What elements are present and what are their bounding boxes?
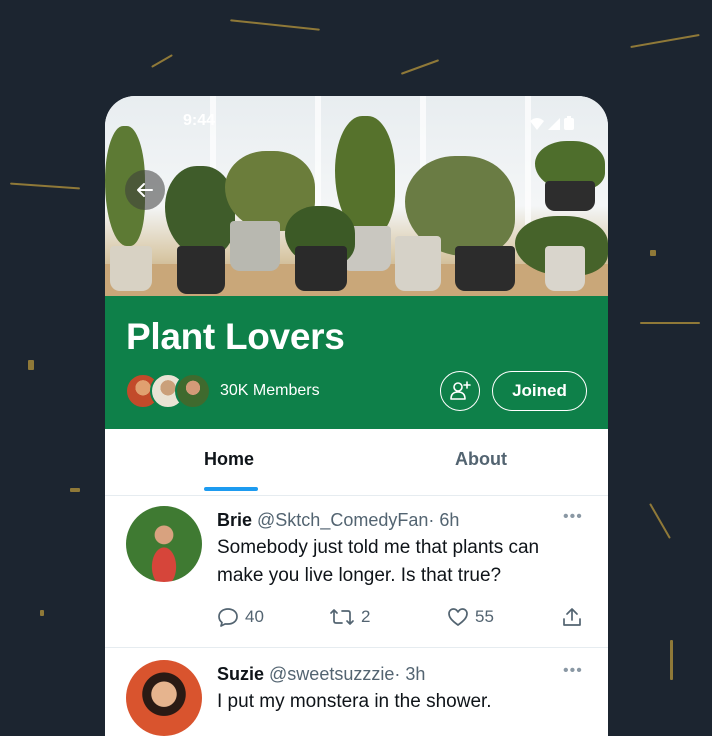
tweet-author-name[interactable]: Brie <box>217 510 252 530</box>
background-speck <box>70 488 80 492</box>
tweet-author-name[interactable]: Suzie <box>217 664 264 684</box>
background-speck <box>151 54 173 68</box>
reply-button[interactable]: 40 <box>217 606 264 628</box>
plant-leaves <box>165 166 235 256</box>
reply-count: 40 <box>245 607 264 626</box>
like-button[interactable]: 55 <box>447 606 494 628</box>
background-speck <box>640 322 700 324</box>
community-tabs: Home About <box>105 429 608 495</box>
community-header-image: 9:44 <box>105 96 608 296</box>
background-speck <box>40 610 44 616</box>
plant-pot <box>395 236 441 291</box>
status-time: 9:44 <box>183 112 216 129</box>
share-icon <box>563 608 581 626</box>
tweet-text: I put my monstera in the shower. <box>217 691 492 712</box>
active-tab-indicator <box>204 487 258 491</box>
background-speck <box>230 19 320 31</box>
battery-icon <box>564 116 574 130</box>
like-count: 55 <box>475 607 494 626</box>
tweet-time: · 3h <box>394 664 426 684</box>
tweet-header: Suzie @sweetsuzzzie· 3h <box>217 664 425 685</box>
tweet-header: Brie @Sktch_ComedyFan· 6h <box>217 510 459 531</box>
background-speck <box>650 250 656 256</box>
member-avatars[interactable] <box>125 373 215 409</box>
background-speck <box>630 33 700 49</box>
phone-screen: 9:44 Plant Lovers 30K Members Joined Hom… <box>105 96 608 736</box>
signal-icon <box>530 118 544 130</box>
joined-button[interactable]: Joined <box>492 371 587 411</box>
avatar[interactable] <box>126 660 202 736</box>
plant-pot <box>110 246 152 291</box>
retweet-button[interactable]: 2 <box>329 606 370 628</box>
avatar <box>175 373 211 409</box>
plant-pot <box>545 246 585 291</box>
status-icons <box>530 116 574 130</box>
community-banner: Plant Lovers 30K Members Joined <box>105 296 608 429</box>
plant-pot <box>455 246 515 291</box>
more-icon[interactable]: ••• <box>563 662 583 680</box>
tweet-author-handle[interactable]: @Sktch_ComedyFan <box>257 510 428 530</box>
plant-pot <box>295 246 347 291</box>
tweet-time: · 6h <box>428 510 460 530</box>
tweet-text: Somebody just told me that plants can ma… <box>217 537 540 586</box>
retweet-count: 2 <box>361 607 371 626</box>
back-arrow-icon <box>137 183 153 197</box>
reply-icon <box>218 608 238 627</box>
add-member-button[interactable] <box>440 371 480 411</box>
plant-pot <box>177 246 225 294</box>
community-title: Plant Lovers <box>126 316 345 357</box>
tweet-author-handle[interactable]: @sweetsuzzzie <box>269 664 394 684</box>
more-icon[interactable]: ••• <box>563 508 583 526</box>
tab-about[interactable]: About <box>455 449 507 470</box>
member-count[interactable]: 30K Members <box>220 382 320 400</box>
share-button[interactable] <box>561 606 583 628</box>
tweet[interactable]: Suzie @sweetsuzzzie· 3h ••• I put my mon… <box>105 648 608 736</box>
avatar[interactable] <box>126 506 202 582</box>
back-button[interactable] <box>125 170 165 210</box>
like-icon <box>448 608 468 626</box>
retweet-icon <box>330 609 354 625</box>
tab-home[interactable]: Home <box>204 449 254 470</box>
background-speck <box>670 640 673 680</box>
background-speck <box>400 59 440 75</box>
tweet-actions: 40 2 55 <box>217 606 587 632</box>
signal-icon <box>548 118 560 130</box>
add-member-icon <box>450 381 471 400</box>
tweet[interactable]: Brie @Sktch_ComedyFan· 6h ••• Somebody j… <box>105 496 608 648</box>
plant-pot <box>545 181 595 211</box>
background-speck <box>10 182 80 190</box>
plant-pot <box>230 221 280 271</box>
background-speck <box>28 360 34 370</box>
background-speck <box>649 503 671 539</box>
